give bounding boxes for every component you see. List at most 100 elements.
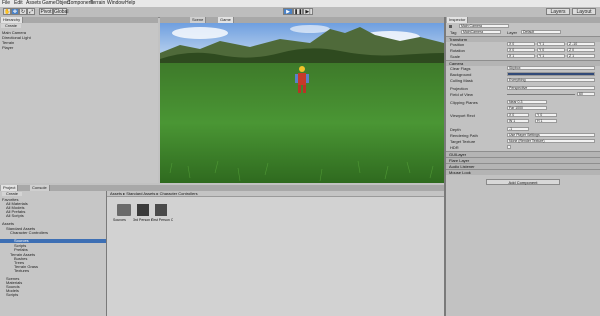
background-label: Background <box>450 72 472 77</box>
position-row: Position X 0 Y 1 Z -10 <box>447 42 599 47</box>
prefab-icon[interactable] <box>137 204 149 216</box>
viewport-row: Viewport Rect X 0 Y 0 <box>447 113 599 118</box>
add-component-button[interactable]: Add Component <box>486 179 560 185</box>
viewport-y[interactable]: Y 0 <box>535 113 557 117</box>
step-button[interactable]: ▶| <box>303 8 313 15</box>
mouse-look-header[interactable]: Mouse Look <box>446 169 600 175</box>
menu-terrain[interactable]: Terrain <box>90 0 105 7</box>
inspector-divider[interactable] <box>444 17 446 316</box>
far-row: Far 1000 <box>447 106 599 111</box>
fav-item[interactable]: All Scripts <box>6 214 24 218</box>
rotation-x[interactable]: X 0 <box>507 48 535 52</box>
target-texture-field[interactable]: None (Render Texture) <box>507 139 595 143</box>
clear-flags-label: Clear Flags <box>450 66 471 71</box>
layer-label: Layer <box>507 30 518 35</box>
fov-field[interactable]: 60 <box>577 92 595 96</box>
hdr-checkbox[interactable] <box>507 145 511 149</box>
file-label: 3rd Person Controller <box>133 218 153 222</box>
rotation-label: Rotation <box>450 48 465 53</box>
fov-slider[interactable] <box>507 94 575 95</box>
object-name-row: Main Camera <box>447 24 599 29</box>
culling-mask-row: Culling Mask Everything <box>447 78 599 83</box>
rotation-z[interactable]: Z 0 <box>567 48 595 52</box>
file-label: First Person Controller <box>151 218 173 222</box>
near-field[interactable]: Near 0.3 <box>507 100 547 104</box>
project-create-button[interactable]: Create <box>2 192 22 196</box>
rendering-path-row: Rendering Path Use Player Settings <box>447 133 599 138</box>
hierarchy-panel: Create Main Camera Directional Light Ter… <box>0 23 158 183</box>
culling-mask-label: Culling Mask <box>450 78 473 83</box>
position-z[interactable]: Z -10 <box>567 42 595 46</box>
viewport-row-2: W 1 H 1 <box>447 119 599 124</box>
breadcrumb[interactable]: Assets ▸ Standard Assets ▸ Character Con… <box>107 191 444 197</box>
create-button[interactable]: Create <box>1 24 21 28</box>
tag-layer-row: Tag MainCamera Layer Default <box>447 30 599 35</box>
pause-button[interactable]: ❚❚ <box>293 8 303 15</box>
background-color-swatch[interactable] <box>507 72 595 76</box>
rotation-y[interactable]: Y 0 <box>537 48 565 52</box>
viewport-w[interactable]: W 1 <box>507 119 529 123</box>
projection-row: Projection Perspective <box>447 86 599 91</box>
hdr-row: HDR <box>447 145 599 150</box>
depth-label: Depth <box>450 127 461 132</box>
depth-row: Depth -1 <box>447 127 599 132</box>
tree-item[interactable]: Scripts <box>6 293 18 297</box>
layers-dropdown[interactable]: Layers <box>546 8 570 15</box>
position-x[interactable]: X 0 <box>507 42 535 46</box>
menu-file[interactable]: File <box>2 0 10 7</box>
tree-item[interactable]: Character Controllers <box>10 231 48 235</box>
scale-label: Scale <box>450 54 461 59</box>
clipping-label: Clipping Planes <box>450 100 478 105</box>
game-view[interactable] <box>160 23 444 183</box>
projection-dropdown[interactable]: Perspective <box>507 86 595 90</box>
file-label: Sources <box>113 218 126 222</box>
target-texture-row: Target Texture None (Render Texture) <box>447 139 599 144</box>
menu-gameobject[interactable]: GameObject <box>42 0 70 7</box>
hand-tool-icon[interactable]: ✋ <box>3 8 11 15</box>
viewport-h[interactable]: H 1 <box>535 119 557 123</box>
pivot-toggle[interactable]: Pivot <box>39 8 53 15</box>
rotate-tool-icon[interactable]: ↻ <box>19 8 27 15</box>
scale-z[interactable]: Z 1 <box>567 54 595 58</box>
scale-y[interactable]: Y 1 <box>537 54 565 58</box>
cloud <box>172 27 228 39</box>
mouse-look-title: Mouse Look <box>449 170 471 175</box>
menu-edit[interactable]: Edit <box>14 0 23 7</box>
position-label: Position <box>450 42 465 47</box>
viewport-x[interactable]: X 0 <box>507 113 529 117</box>
projection-label: Projection <box>450 86 468 91</box>
folder-icon[interactable] <box>117 204 131 216</box>
tree-item[interactable]: Textures <box>14 269 29 273</box>
hdr-label: HDR <box>450 145 459 150</box>
scale-x[interactable]: X 1 <box>507 54 535 58</box>
menu-help[interactable]: Help <box>125 0 135 7</box>
rendering-path-dropdown[interactable]: Use Player Settings <box>507 133 595 137</box>
viewport-label: Viewport Rect <box>450 113 475 118</box>
far-field[interactable]: Far 1000 <box>507 106 547 110</box>
gameobject-icon <box>449 25 452 28</box>
hierarchy-item-player[interactable]: Player <box>2 46 13 50</box>
layout-dropdown[interactable]: Layout <box>572 8 596 15</box>
menu-component[interactable]: Component <box>67 0 93 7</box>
layer-dropdown[interactable]: Default <box>521 30 561 34</box>
background-row: Background <box>447 72 599 77</box>
global-toggle[interactable]: Global <box>53 8 68 15</box>
tag-label: Tag <box>450 30 457 35</box>
clear-flags-dropdown[interactable]: Skybox <box>507 66 595 70</box>
culling-mask-dropdown[interactable]: Everything <box>507 78 595 82</box>
depth-field[interactable]: -1 <box>507 127 529 131</box>
menu-window[interactable]: Window <box>107 0 125 7</box>
menu-assets[interactable]: Assets <box>26 0 41 7</box>
fov-row: Field of View 60 <box>447 92 599 97</box>
play-button[interactable]: ▶ <box>283 8 293 15</box>
prefab-icon[interactable] <box>155 204 167 216</box>
object-name-field[interactable]: Main Camera <box>459 24 509 28</box>
clipping-row: Clipping Planes Near 0.3 <box>447 100 599 105</box>
rendering-path-label: Rendering Path <box>450 133 478 138</box>
inspector-panel: Main Camera Tag MainCamera Layer Default… <box>446 23 600 316</box>
scale-tool-icon[interactable]: ⤢ <box>27 8 35 15</box>
move-tool-icon[interactable]: ✥ <box>11 8 19 15</box>
tag-dropdown[interactable]: MainCamera <box>461 30 501 34</box>
clear-flags-row: Clear Flags Skybox <box>447 66 599 71</box>
position-y[interactable]: Y 1 <box>537 42 565 46</box>
